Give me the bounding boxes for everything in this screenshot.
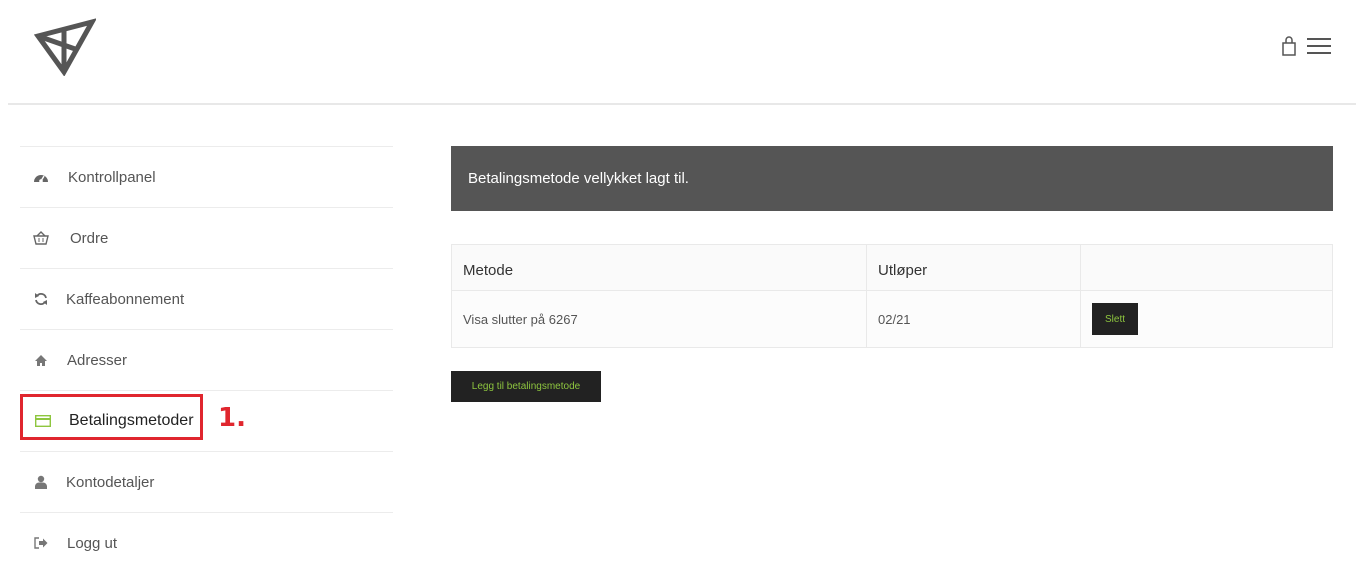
sidebar-item-label: Kaffeabonnement <box>66 290 185 308</box>
hamburger-menu-icon[interactable] <box>1307 37 1331 55</box>
sidebar-item-logg-ut[interactable]: Logg ut <box>20 512 393 573</box>
sidebar-item-label: Kontrollpanel <box>68 168 156 186</box>
sidebar-item-label: Kontodetaljer <box>66 473 155 491</box>
payment-method-cell: Visa slutter på 6267 <box>451 290 867 348</box>
column-header-actions <box>1080 244 1333 291</box>
sidebar-item-adresser[interactable]: Adresser <box>20 329 393 390</box>
delete-payment-method-button[interactable]: Slett <box>1092 303 1138 335</box>
home-icon <box>33 352 49 368</box>
column-header-method: Metode <box>451 244 867 291</box>
table-header-row: Metode Utløper <box>451 244 1333 291</box>
success-notice: Betalingsmetode vellykket lagt til. <box>451 146 1333 211</box>
sidebar-item-betalingsmetoder[interactable]: Betalingsmetoder 1. <box>20 390 393 451</box>
sidebar-item-kontodetaljer[interactable]: Kontodetaljer <box>20 451 393 512</box>
credit-card-icon <box>35 413 51 429</box>
sign-out-icon <box>33 535 49 551</box>
step-annotation-label: 1. <box>218 403 246 433</box>
sidebar-item-ordre[interactable]: Ordre <box>20 207 393 268</box>
shopping-bag-icon[interactable] <box>1281 36 1297 56</box>
payment-methods-table: Metode Utløper Visa slutter på 6267 02/2… <box>451 244 1333 348</box>
sidebar-item-kontrollpanel[interactable]: Kontrollpanel <box>20 146 393 207</box>
user-icon <box>33 474 49 490</box>
triangle-logo-icon[interactable] <box>34 18 96 76</box>
account-navigation: Kontrollpanel Ordre Kaffeabonnement Adre… <box>20 146 393 573</box>
sidebar-item-kaffeabonnement[interactable]: Kaffeabonnement <box>20 268 393 329</box>
column-header-expires: Utløper <box>866 244 1081 291</box>
basket-icon <box>33 230 49 246</box>
add-payment-method-button[interactable]: Legg til betalingsmetode <box>451 371 601 402</box>
notice-text: Betalingsmetode vellykket lagt til. <box>468 170 689 187</box>
sidebar-item-label: Ordre <box>70 229 109 247</box>
refresh-icon <box>33 291 49 307</box>
sidebar-item-label: Adresser <box>67 351 128 369</box>
site-header <box>0 0 1360 105</box>
actions-cell: Slett <box>1080 290 1333 348</box>
expiry-cell: 02/21 <box>866 290 1081 348</box>
table-row: Visa slutter på 6267 02/21 Slett <box>451 290 1333 348</box>
sidebar-item-label: Logg ut <box>67 534 118 552</box>
sidebar-item-label: Betalingsmetoder <box>69 412 194 429</box>
dashboard-icon <box>33 169 49 185</box>
header-divider <box>8 103 1356 105</box>
